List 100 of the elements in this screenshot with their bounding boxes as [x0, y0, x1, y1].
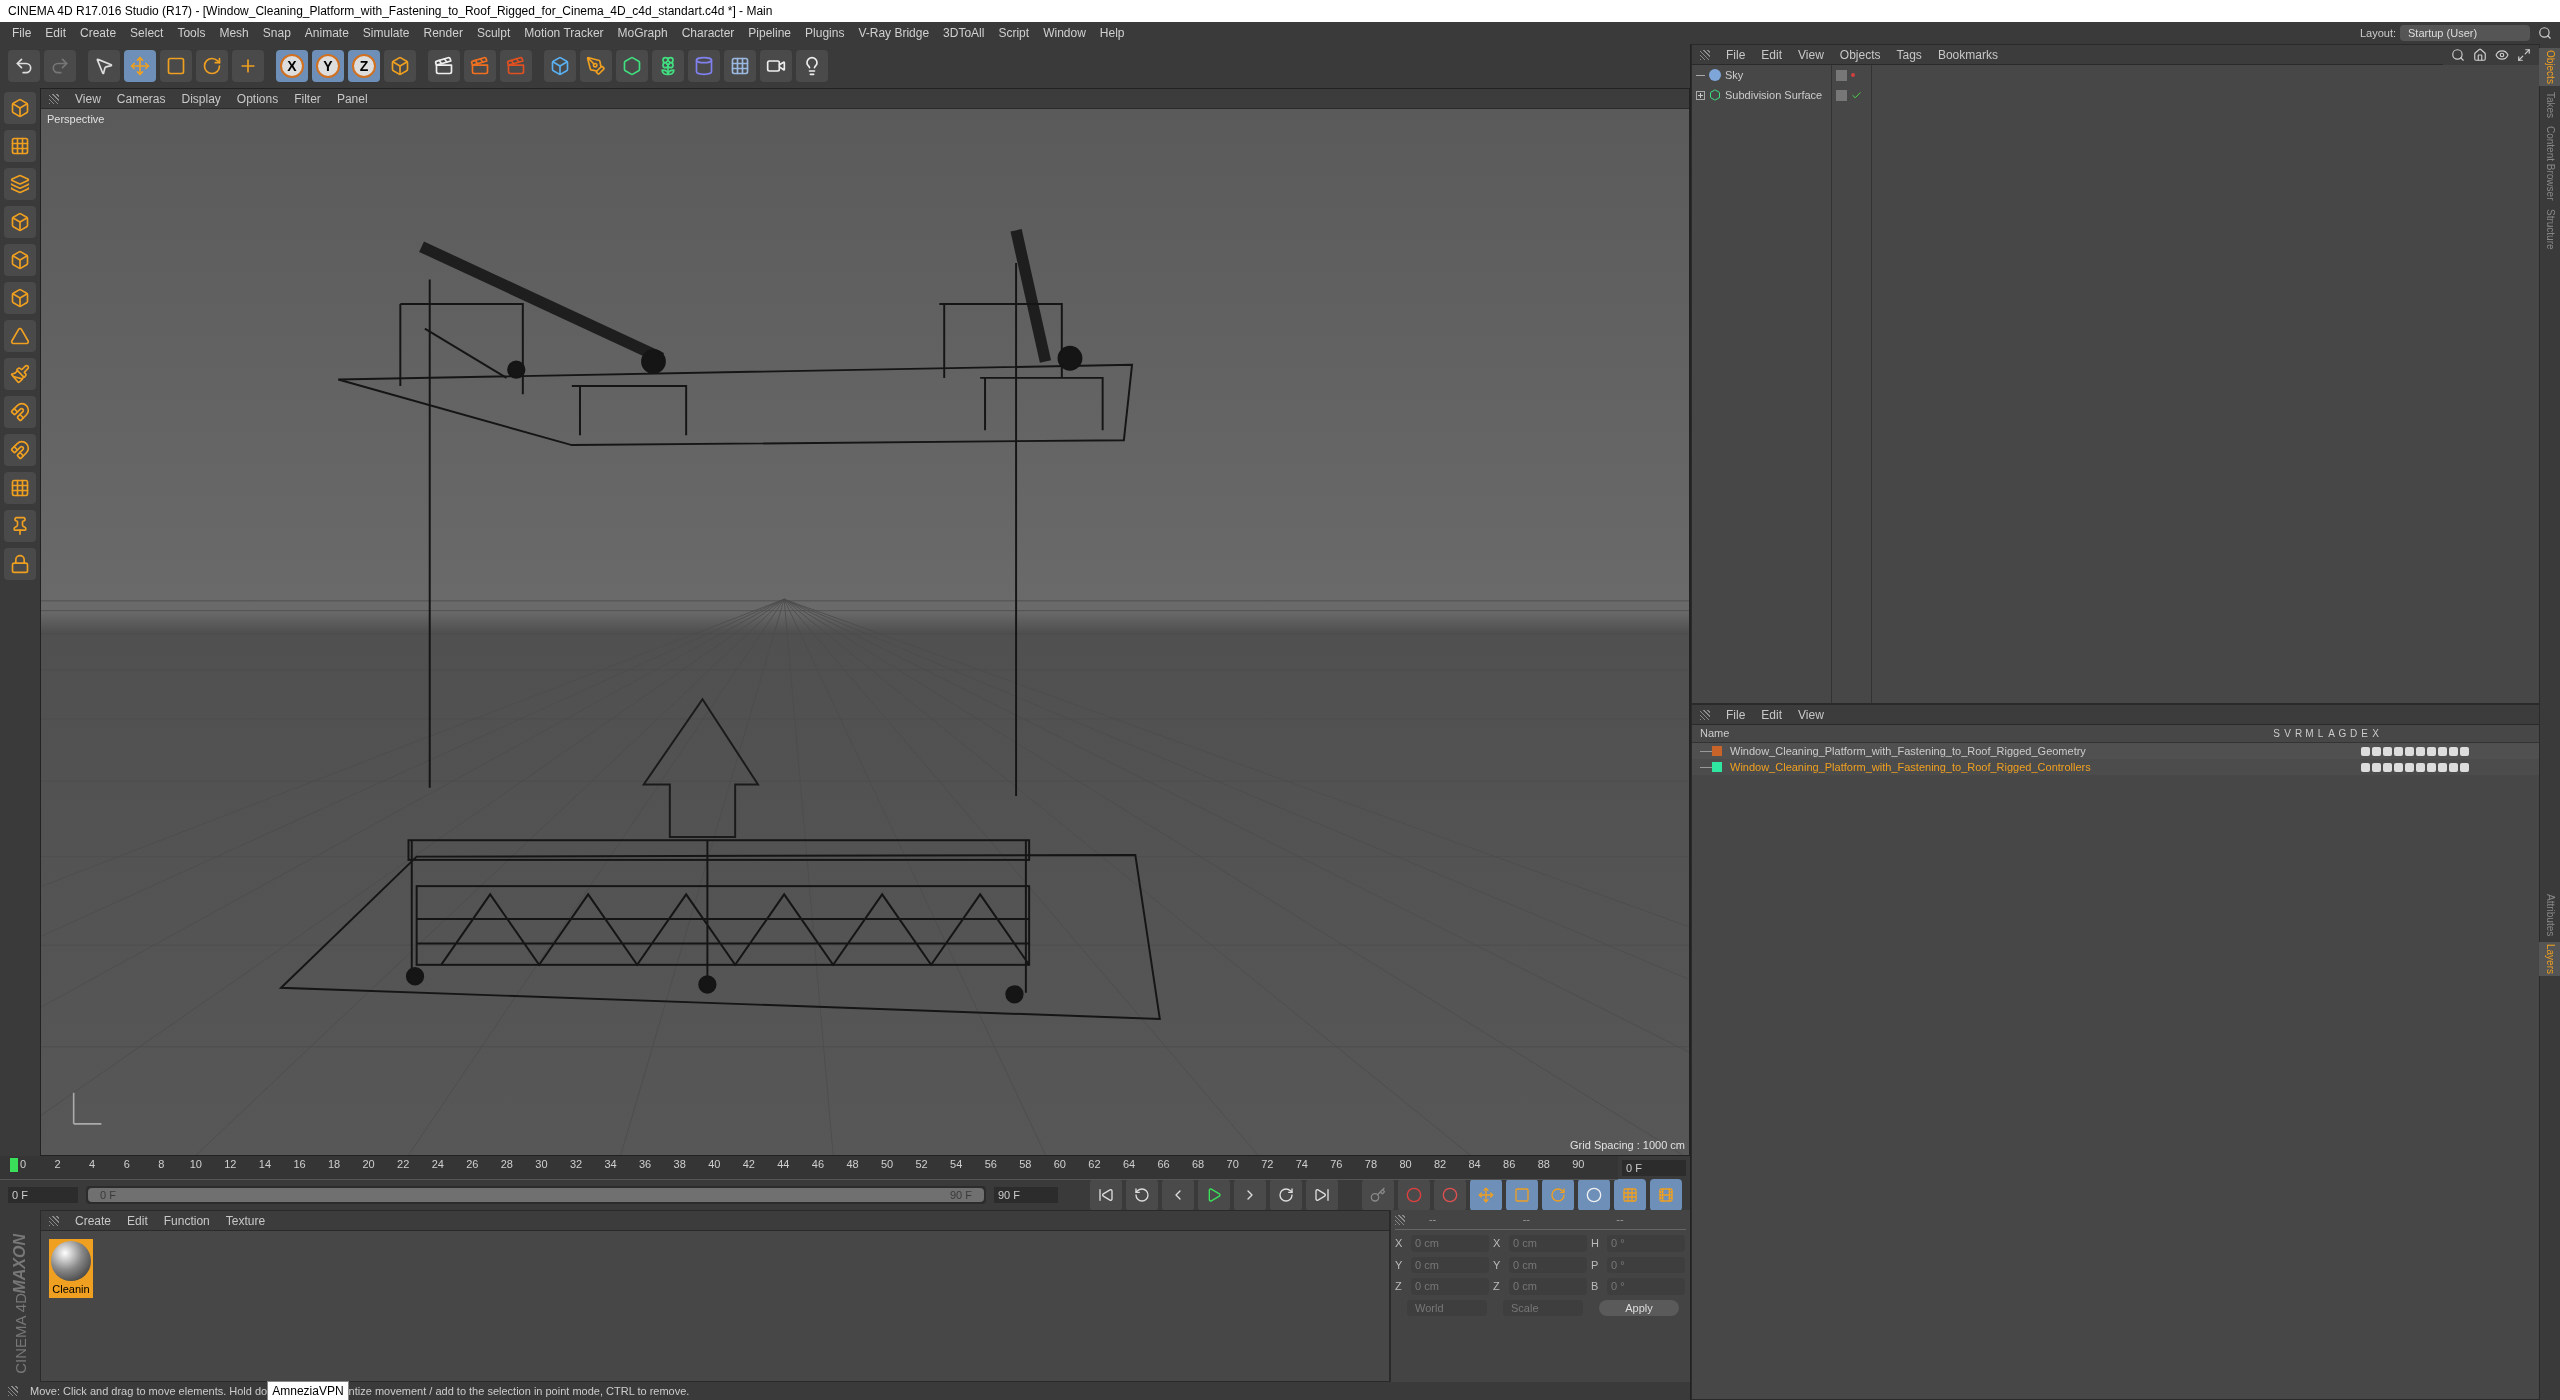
texture-mode-button[interactable]	[4, 130, 36, 162]
camera-button[interactable]	[760, 50, 792, 82]
viewport-menu-item[interactable]: Options	[236, 89, 279, 108]
polygons-mode-button[interactable]	[4, 282, 36, 314]
menu-item[interactable]: Create	[80, 24, 117, 42]
keyframe-selection-button[interactable]	[1434, 1179, 1466, 1211]
menu-item[interactable]: Select	[130, 24, 164, 42]
axis-lock-button[interactable]: X	[276, 50, 308, 82]
previous-frame-button[interactable]	[1162, 1179, 1194, 1211]
menu-item[interactable]: Script	[998, 24, 1030, 42]
previous-key-button[interactable]	[1126, 1179, 1158, 1211]
select-tool-button[interactable]	[88, 50, 120, 82]
menu-item[interactable]: Mesh	[219, 24, 249, 42]
visibility-toggle[interactable]	[1836, 69, 1847, 81]
current-frame-field[interactable]: 0 F	[1622, 1159, 1686, 1177]
coordinate-system-button[interactable]	[384, 50, 416, 82]
layer-manager-menu-item[interactable]: File	[1726, 705, 1746, 724]
object-manager-menu-item[interactable]: Edit	[1761, 45, 1783, 64]
material-menu-item[interactable]: Edit	[127, 1211, 148, 1230]
layer-manager-menu-item[interactable]: View	[1798, 705, 1824, 724]
workplane-mode-button[interactable]	[4, 168, 36, 200]
menu-item[interactable]: Plugins	[805, 24, 845, 42]
end-frame-field[interactable]: 90 F	[994, 1186, 1058, 1204]
light-button[interactable]	[796, 50, 828, 82]
material-swatch[interactable]: Cleanin	[49, 1239, 93, 1298]
layer-row[interactable]: Window_Cleaning_Platform_with_Fastening_to_Roof_Rigged_Controllers	[1692, 759, 2539, 775]
menu-item[interactable]: Render	[423, 24, 463, 42]
points-mode-button[interactable]	[4, 206, 36, 238]
model-mode-button[interactable]	[4, 92, 36, 124]
menu-item[interactable]: File	[12, 24, 32, 42]
material-menu-item[interactable]: Function	[163, 1211, 210, 1230]
next-key-button[interactable]	[1270, 1179, 1302, 1211]
side-tab[interactable]: Layers	[2538, 942, 2560, 976]
parameter-key-button[interactable]	[1578, 1179, 1610, 1211]
rotate-key-button[interactable]	[1542, 1179, 1574, 1211]
menu-item[interactable]: Tools	[177, 24, 206, 42]
viewport-menu-item[interactable]: Cameras	[116, 89, 166, 108]
move-key-button[interactable]	[1470, 1179, 1502, 1211]
object-manager-menu-item[interactable]: Objects	[1839, 45, 1881, 64]
timeline-ruler[interactable]: 0 2 4 6 8 10 12 14 16 18 20 22 24 26 28 30 32 34 36 38 40 42 44 46 48 50 52 54 56 58 60 62 64 66 68 70 72 74 76 78 80 82 84 86 88 90	[0, 1156, 1618, 1180]
start-frame-field[interactable]: 0 F	[8, 1186, 78, 1204]
soft-selection-button[interactable]	[4, 434, 36, 466]
menu-item[interactable]: MoGraph	[617, 24, 668, 42]
pin-button[interactable]	[4, 510, 36, 542]
menu-item[interactable]: Character	[681, 24, 735, 42]
object-manager-menu-item[interactable]: File	[1726, 45, 1746, 64]
deformer-button[interactable]	[688, 50, 720, 82]
undo-button[interactable]	[8, 50, 40, 82]
check-icon[interactable]	[1851, 89, 1862, 101]
menu-item[interactable]: Pipeline	[748, 24, 792, 42]
floor-button[interactable]	[724, 50, 756, 82]
layer-color-swatch[interactable]	[1712, 746, 1722, 756]
go-to-start-button[interactable]	[1090, 1179, 1122, 1211]
object-manager-menu-item[interactable]: Tags	[1896, 45, 1922, 64]
record-button[interactable]	[1362, 1179, 1394, 1211]
menu-item[interactable]: 3DToAll	[943, 24, 985, 42]
viewport-canvas[interactable]: Perspective Grid Spacing : 1000 cm	[41, 109, 1689, 1155]
viewport-menu-item[interactable]: View	[75, 89, 101, 108]
paint-mode-button[interactable]	[4, 358, 36, 390]
pen-button[interactable]	[580, 50, 612, 82]
timeline-window-button[interactable]	[1650, 1179, 1682, 1211]
rotate-tool-button[interactable]	[196, 50, 228, 82]
layer-manager-menu-item[interactable]: Edit	[1761, 705, 1783, 724]
edges-mode-button[interactable]	[4, 244, 36, 276]
menu-item[interactable]: Snap	[262, 24, 291, 42]
render-view-button[interactable]	[428, 50, 460, 82]
menu-item[interactable]: Help	[1099, 24, 1125, 42]
menu-item[interactable]: Window	[1043, 24, 1086, 42]
go-to-end-button[interactable]	[1306, 1179, 1338, 1211]
workplane-button[interactable]	[4, 472, 36, 504]
material-menu-item[interactable]: Create	[75, 1211, 112, 1230]
object-manager-menu-item[interactable]: View	[1798, 45, 1824, 64]
autokey-button[interactable]	[1398, 1179, 1430, 1211]
menu-item[interactable]: Animate	[304, 24, 349, 42]
play-button[interactable]	[1198, 1179, 1230, 1211]
axis-lock-button[interactable]: Y	[312, 50, 344, 82]
axis-mode-button[interactable]	[4, 320, 36, 352]
viewport-menu-item[interactable]: Panel	[336, 89, 368, 108]
side-tab[interactable]: Objects	[2538, 48, 2560, 86]
object-manager-menu-item[interactable]: Bookmarks	[1937, 45, 1998, 64]
render-settings-button[interactable]	[500, 50, 532, 82]
menu-item[interactable]: Simulate	[362, 24, 410, 42]
lock-button[interactable]	[4, 548, 36, 580]
point-level-button[interactable]	[1614, 1179, 1646, 1211]
menu-item[interactable]: Edit	[45, 24, 67, 42]
layout-dropdown[interactable]: Startup (User)	[2400, 24, 2530, 42]
expand-icon[interactable]	[1696, 90, 1705, 100]
visibility-toggle[interactable]	[1836, 89, 1847, 101]
material-menu-item[interactable]: Texture	[225, 1211, 266, 1230]
next-frame-button[interactable]	[1234, 1179, 1266, 1211]
menu-item[interactable]: Sculpt	[476, 24, 511, 42]
object-row[interactable]: Subdivision Surface	[1692, 85, 1831, 105]
layer-color-swatch[interactable]	[1712, 762, 1722, 772]
playhead-marker[interactable]	[10, 1158, 18, 1172]
apply-button[interactable]: Apply	[1599, 1299, 1679, 1316]
layer-row[interactable]: Window_Cleaning_Platform_with_Fastening_to_Roof_Rigged_Geometry	[1692, 743, 2539, 759]
menu-item[interactable]: V-Ray Bridge	[858, 24, 930, 42]
viewport-menu-item[interactable]: Filter	[294, 89, 321, 108]
viewport-menu-item[interactable]: Display	[181, 89, 221, 108]
add-tool-button[interactable]	[232, 50, 264, 82]
